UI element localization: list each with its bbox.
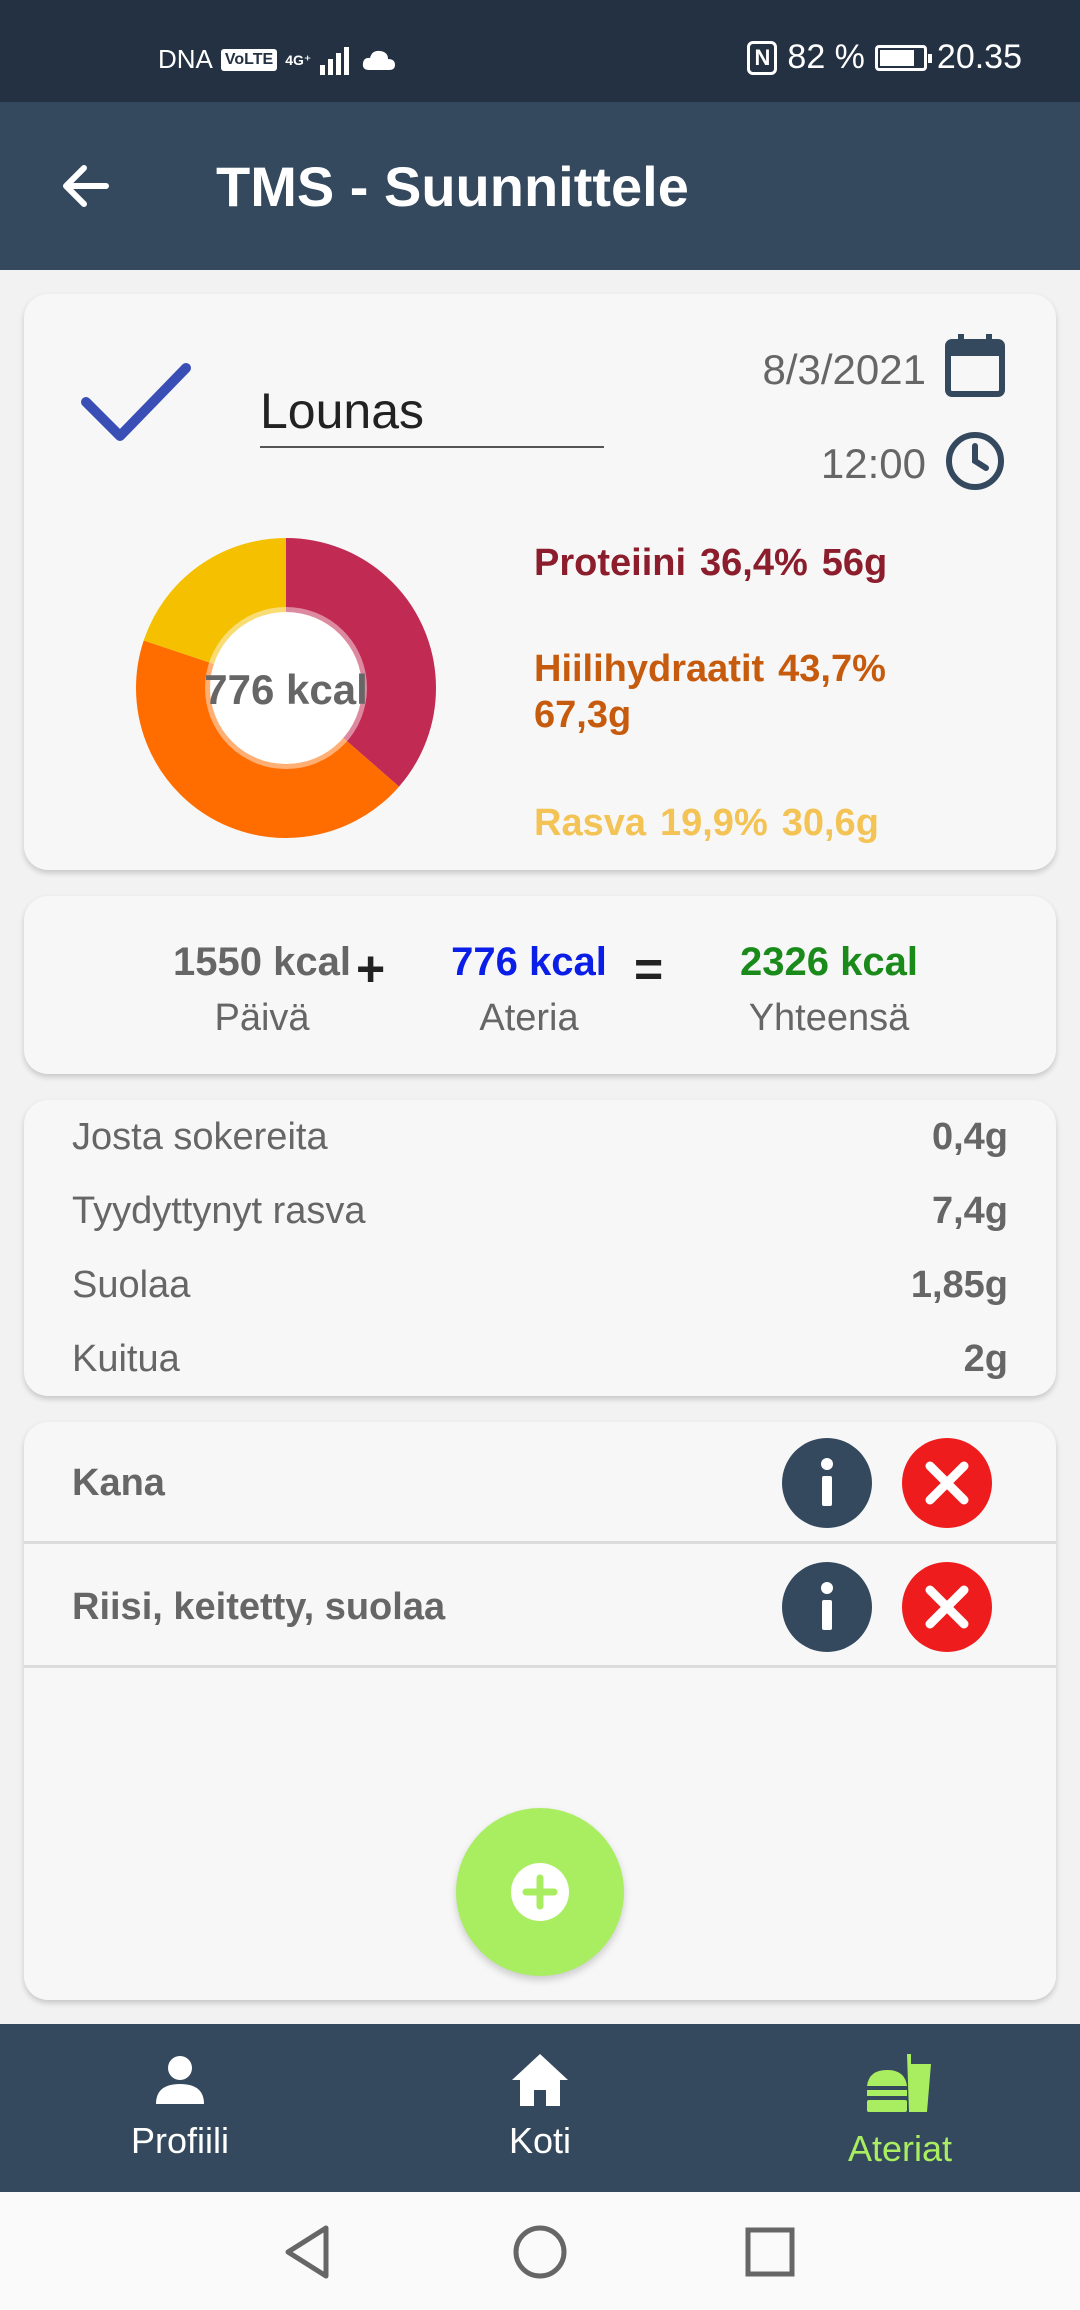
status-right: N 82 % 20.35 [747, 38, 1022, 77]
back-arrow-icon[interactable] [58, 160, 110, 212]
status-bar: DNA VoLTE 4G⁺ N 82 % 20.35 [0, 0, 1080, 102]
macro-fat-name: Rasva [534, 802, 646, 844]
calendar-icon[interactable] [944, 332, 1006, 398]
nutrient-row: Suolaa 1,85g [72, 1256, 1008, 1316]
nfc-icon: N [747, 40, 778, 75]
clock-time: 20.35 [936, 38, 1022, 76]
total-kcal: 2326 kcal Yhteensä [704, 940, 954, 1040]
meal-time[interactable]: 12:00 [821, 440, 926, 488]
carrier-name: DNA [158, 44, 213, 74]
macro-protein-grams: 56g [821, 542, 888, 584]
macro-protein-name: Proteiini [534, 542, 687, 584]
nutrient-name: Josta sokereita [72, 1116, 328, 1158]
info-icon [821, 1458, 833, 1506]
food-info-button[interactable] [782, 1438, 872, 1528]
meal-kcal-label: Ateria [479, 997, 579, 1039]
nav-item-ateriat[interactable]: Ateriat [780, 2052, 1020, 2170]
nav-label-koti: Koti [508, 2120, 572, 2161]
food-list-card: Kana Riisi, keitetty, suolaa [24, 1422, 1056, 2000]
food-row[interactable]: Kana [24, 1422, 1056, 1544]
bottom-nav: Profiili Koti Ateriat [0, 2024, 1080, 2192]
home-circle-icon[interactable] [510, 2222, 570, 2282]
add-food-button[interactable] [456, 1808, 624, 1976]
nav-item-koti[interactable]: Koti [420, 2052, 660, 2162]
nutrient-value: 7,4g [931, 1190, 1008, 1232]
nutrient-name: Kuitua [72, 1338, 180, 1380]
plus-circle-icon [511, 1863, 569, 1921]
app-bar: TMS - Suunnittele [0, 102, 1080, 270]
meal-kcal: 776 kcal Ateria [414, 940, 644, 1040]
battery-level [879, 49, 915, 66]
food-row[interactable]: Riisi, keitetty, suolaa [24, 1546, 1056, 1668]
network-type: 4G⁺ [285, 51, 312, 68]
page-title: TMS - Suunnittele [216, 155, 689, 218]
nutrient-name: Tyydyttynyt rasva [72, 1190, 366, 1232]
day-kcal-value: 1550 kcal [173, 940, 351, 984]
macro-carbs-name: Hiilihydraatit [534, 648, 765, 690]
person-icon [156, 2056, 204, 2104]
home-icon [512, 2054, 568, 2106]
total-kcal-value: 2326 kcal [740, 940, 918, 984]
status-left: DNA VoLTE 4G⁺ [158, 44, 397, 75]
battery-percent: 82 % [787, 38, 865, 76]
food-name: Riisi, keitetty, suolaa [72, 1586, 446, 1628]
nutrient-value: 2g [963, 1338, 1008, 1380]
nav-item-profiili[interactable]: Profiili [60, 2052, 300, 2162]
clock-icon[interactable] [944, 430, 1006, 492]
close-icon [925, 1461, 969, 1505]
macro-fat-percent: 19,9% [659, 802, 768, 844]
plus-sign: + [356, 941, 386, 997]
nutrient-value: 0,4g [931, 1116, 1008, 1158]
nutrient-row: Tyydyttynyt rasva 7,4g [72, 1182, 1008, 1242]
meal-date[interactable]: 8/3/2021 [763, 346, 927, 394]
day-kcal: 1550 kcal Päivä [142, 940, 382, 1040]
food-delete-button[interactable] [902, 1438, 992, 1528]
meal-summary-card: 8/3/2021 12:00 776 kcal Proteiini 36,4% 56… [24, 294, 1056, 870]
meal-kcal-value: 776 kcal [451, 940, 607, 984]
macro-fat: Rasva 19,9% 30,6g [534, 800, 974, 846]
donut-kcal-label: 776 kcal [204, 666, 368, 713]
macro-protein: Proteiini 36,4% 56g [534, 540, 974, 586]
macro-protein-percent: 36,4% [700, 542, 808, 584]
signal-icon [320, 46, 350, 75]
food-name: Kana [72, 1462, 165, 1504]
macro-fat-grams: 30,6g [781, 802, 879, 844]
macro-carbs-percent: 43,7% [778, 648, 886, 690]
check-icon[interactable] [80, 356, 192, 448]
back-triangle-icon[interactable] [278, 2222, 338, 2282]
macro-carbs-grams: 67,3g [534, 694, 632, 736]
food-delete-button[interactable] [902, 1562, 992, 1652]
nav-label-profiili: Profiili [130, 2120, 229, 2161]
recents-square-icon[interactable] [740, 2222, 800, 2282]
nutrient-value: 1,85g [910, 1264, 1008, 1306]
food-info-button[interactable] [782, 1562, 872, 1652]
volte-badge: VoLTE [220, 48, 278, 71]
macro-carbs: Hiilihydraatit 43,7% 67,3g [534, 646, 974, 738]
nutrient-row: Josta sokereita 0,4g [72, 1108, 1008, 1168]
total-kcal-label: Yhteensä [748, 997, 910, 1039]
info-icon [821, 1582, 833, 1630]
meal-name-input[interactable] [260, 376, 604, 448]
calorie-totals-card: 1550 kcal Päivä + 776 kcal Ateria = 2326… [24, 896, 1056, 1074]
nav-label-ateriat: Ateriat [847, 2128, 953, 2169]
nutrient-row: Kuitua 2g [72, 1330, 1008, 1390]
nutrient-name: Suolaa [72, 1264, 191, 1306]
cloud-icon [363, 50, 396, 70]
nutrients-card: Josta sokereita 0,4g Tyydyttynyt rasva 7… [24, 1100, 1056, 1396]
day-kcal-label: Päivä [214, 997, 310, 1039]
system-nav-bar [0, 2192, 1080, 2310]
fastfood-icon [867, 2054, 931, 2112]
equals-sign: = [634, 941, 664, 997]
battery-icon [874, 44, 932, 71]
close-icon [925, 1585, 969, 1629]
